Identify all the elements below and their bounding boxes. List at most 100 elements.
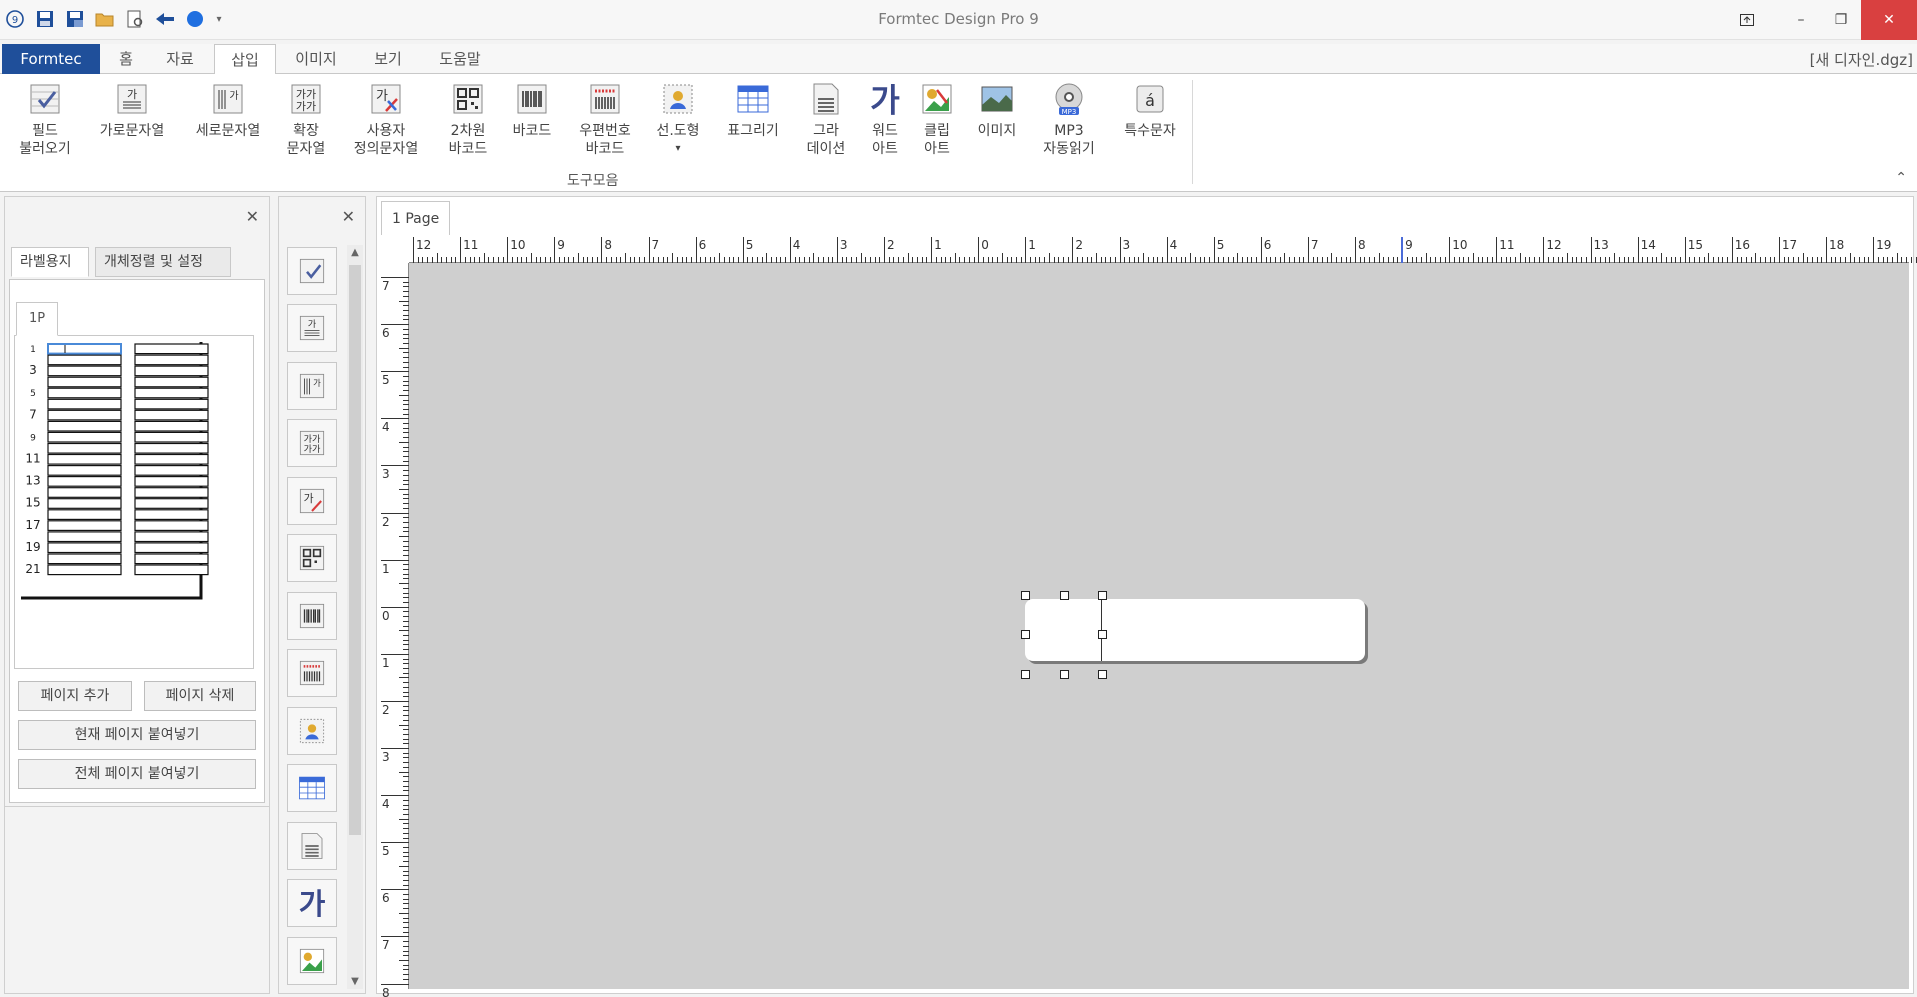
vertical-ruler[interactable]: 7 6 5 4 3 2 1 0 1 2 3 4 5 6 7 8 — [381, 263, 409, 997]
tab-insert[interactable]: 삽입 — [214, 44, 276, 75]
ruler-number: 10 — [1452, 238, 1468, 252]
ruler-tick — [1915, 257, 1917, 263]
clip-art-icon — [918, 80, 956, 118]
ruler-tick — [1896, 253, 1898, 263]
barcode-button[interactable]: 바코드 — [502, 80, 562, 140]
scroll-down-icon[interactable]: ▼ — [347, 976, 363, 987]
horizontal-ruler[interactable]: 12 11 10 9 8 7 6 5 4 3 2 1 0 1 2 3 4 5 6 7 8 9 10 11 12 13 14 15 16 1… — [409, 237, 1917, 263]
tool-barcode[interactable] — [287, 592, 337, 640]
clip-art-icon — [299, 948, 325, 974]
ruler-tick — [399, 630, 409, 632]
tab-home[interactable]: 홈 — [108, 44, 144, 74]
scrollbar-thumb[interactable] — [349, 265, 361, 835]
resize-handle-sw[interactable] — [1021, 670, 1030, 679]
ruler-tick — [931, 237, 933, 263]
window-controls: – ❐ ✕ — [1727, 0, 1917, 40]
ribbon-group-label: 도구모음 — [567, 173, 619, 189]
sheet-row-number: 5 — [30, 389, 36, 399]
paste-current-page-button[interactable]: 현재 페이지 붙여넣기 — [18, 720, 256, 750]
add-page-button[interactable]: 페이지 추가 — [18, 681, 132, 711]
sheet-row-number: 7 — [29, 407, 37, 421]
word-art-button[interactable]: 가 워드 아트 — [860, 80, 910, 158]
resize-handle-n[interactable] — [1060, 591, 1069, 600]
resize-handle-w[interactable] — [1021, 630, 1030, 639]
draw-table-button[interactable]: 표그리기 — [716, 80, 790, 140]
resize-handle-e[interactable] — [1098, 630, 1107, 639]
ribbon-display-icon[interactable] — [1727, 0, 1767, 40]
tool-extended-text[interactable]: 가가 가가 — [287, 419, 337, 467]
horizontal-text-button[interactable]: 가 가로문자열 — [90, 80, 174, 140]
extended-text-button[interactable]: 가가 가가 확장 문자열 — [276, 80, 336, 158]
load-field-button[interactable]: 필드 불러오기 — [10, 80, 80, 158]
ruler-number: 10 — [510, 238, 526, 252]
tab-help[interactable]: 도움말 — [430, 44, 490, 74]
ruler-number: 8 — [604, 238, 613, 252]
tool-postal-barcode[interactable] — [287, 649, 337, 697]
close-button[interactable]: ✕ — [1861, 0, 1917, 40]
restore-button[interactable]: ❐ — [1821, 0, 1861, 40]
tool-word-art[interactable]: 가 — [287, 879, 337, 927]
label-workspace[interactable] — [409, 263, 1909, 989]
word-art-icon: 가 — [866, 80, 904, 118]
mp3-autoread-button[interactable]: MP3 MP3 자동읽기 — [1034, 80, 1104, 158]
ruler-number: 19 — [1876, 238, 1892, 252]
tool-line-shape[interactable] — [287, 707, 337, 755]
collapse-ribbon-icon[interactable]: ⌃ — [1895, 170, 1907, 186]
toolbox-close-icon[interactable]: ✕ — [342, 207, 355, 226]
resize-handle-ne[interactable] — [1098, 591, 1107, 600]
qr-barcode-button[interactable]: 2차원 바코드 — [438, 80, 498, 158]
ruler-number: 2 — [382, 514, 390, 529]
ruler-number: 3 — [382, 467, 390, 482]
tool-load-field[interactable] — [287, 247, 337, 295]
tab-formtec[interactable]: Formtec — [2, 44, 100, 74]
postal-barcode-button[interactable]: 우편번호 바코드 — [568, 80, 642, 158]
tab-image[interactable]: 이미지 — [286, 44, 346, 74]
toolbox-scrollbar[interactable]: ▲ ▼ — [347, 245, 363, 989]
special-char-button[interactable]: á 특수문자 — [1110, 80, 1190, 140]
tool-custom-text[interactable]: 가 — [287, 477, 337, 525]
tool-gradation[interactable] — [287, 822, 337, 870]
ruler-number: 6 — [382, 891, 390, 906]
ruler-tick — [1166, 237, 1168, 263]
extended-text-icon: 가가가가 — [299, 430, 325, 455]
title-bar: 9 ▾ Formtec Design Pro 9 – ❐ ✕ — [0, 0, 1917, 40]
paste-all-pages-button[interactable]: 전체 페이지 붙여넣기 — [18, 759, 256, 789]
label-sheet-preview: 1 3 5 7 9 11 13 15 17 19 21 — [14, 335, 254, 669]
resize-handle-se[interactable] — [1098, 670, 1107, 679]
page-tab-1[interactable]: 1 Page — [381, 201, 451, 235]
tab-label-paper[interactable]: 라벨용지 — [11, 247, 89, 277]
extended-text-icon: 가가가가 — [287, 80, 325, 118]
tool-table[interactable] — [287, 764, 337, 812]
insert-image-button[interactable]: 이미지 — [966, 80, 1028, 140]
vertical-text-button[interactable]: 가 세로문자열 — [186, 80, 270, 140]
ruler-tick — [399, 536, 409, 538]
ruler-tick — [381, 606, 409, 608]
tab-data[interactable]: 자료 — [158, 44, 202, 74]
tool-vertical-text[interactable]: 가 — [287, 362, 337, 410]
ruler-tick — [1910, 257, 1912, 263]
scroll-up-icon[interactable]: ▲ — [347, 247, 363, 258]
clip-art-button[interactable]: 클립 아트 — [912, 80, 962, 158]
ruler-tick — [507, 237, 509, 263]
custom-text-button[interactable]: 가 사용자 정의문자열 — [344, 80, 428, 158]
resize-handle-s[interactable] — [1060, 670, 1069, 679]
ruler-tick — [399, 347, 409, 349]
close-icon[interactable]: ✕ — [246, 207, 259, 226]
tool-clip-art[interactable] — [287, 937, 337, 985]
tool-horizontal-text[interactable]: 가 — [287, 304, 337, 352]
minimize-button[interactable]: – — [1781, 0, 1821, 40]
resize-handle-nw[interactable] — [1021, 591, 1030, 600]
ruler-tick — [399, 394, 409, 396]
tool-qr-barcode[interactable] — [287, 534, 337, 582]
gradation-button[interactable]: 그라 데이션 — [796, 80, 856, 158]
label-object[interactable] — [1025, 599, 1365, 661]
tab-object-arrange[interactable]: 개체정렬 및 설정 — [95, 247, 231, 277]
ruler-tick — [1307, 237, 1309, 263]
page-tab-1p[interactable]: 1P — [16, 302, 58, 336]
line-shape-button[interactable]: 선.도형 ▾ — [648, 80, 708, 158]
delete-page-button[interactable]: 페이지 삭제 — [144, 681, 256, 711]
ruler-tick — [381, 748, 409, 749]
ruler-tick — [436, 253, 438, 263]
ruler-tick — [381, 700, 409, 702]
tab-view[interactable]: 보기 — [366, 44, 410, 74]
